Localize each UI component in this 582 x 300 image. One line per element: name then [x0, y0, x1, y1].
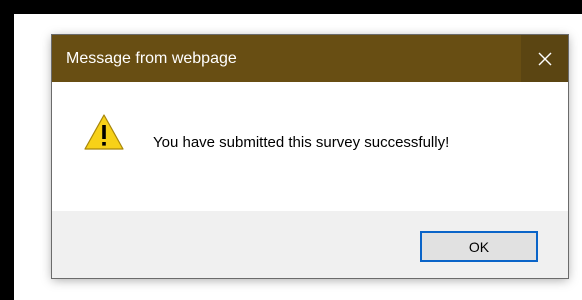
warning-icon [84, 114, 124, 150]
dialog-footer: OK [52, 211, 568, 278]
dialog-titlebar: Message from webpage [52, 35, 568, 82]
close-icon [538, 52, 551, 65]
dialog-message: You have submitted this survey successfu… [153, 134, 450, 151]
dialog-title: Message from webpage [66, 50, 237, 67]
dialog-body: You have submitted this survey successfu… [52, 82, 568, 211]
message-dialog: Message from webpage You have submitted … [51, 34, 569, 279]
ok-button[interactable]: OK [420, 231, 538, 262]
close-button[interactable] [521, 35, 568, 82]
